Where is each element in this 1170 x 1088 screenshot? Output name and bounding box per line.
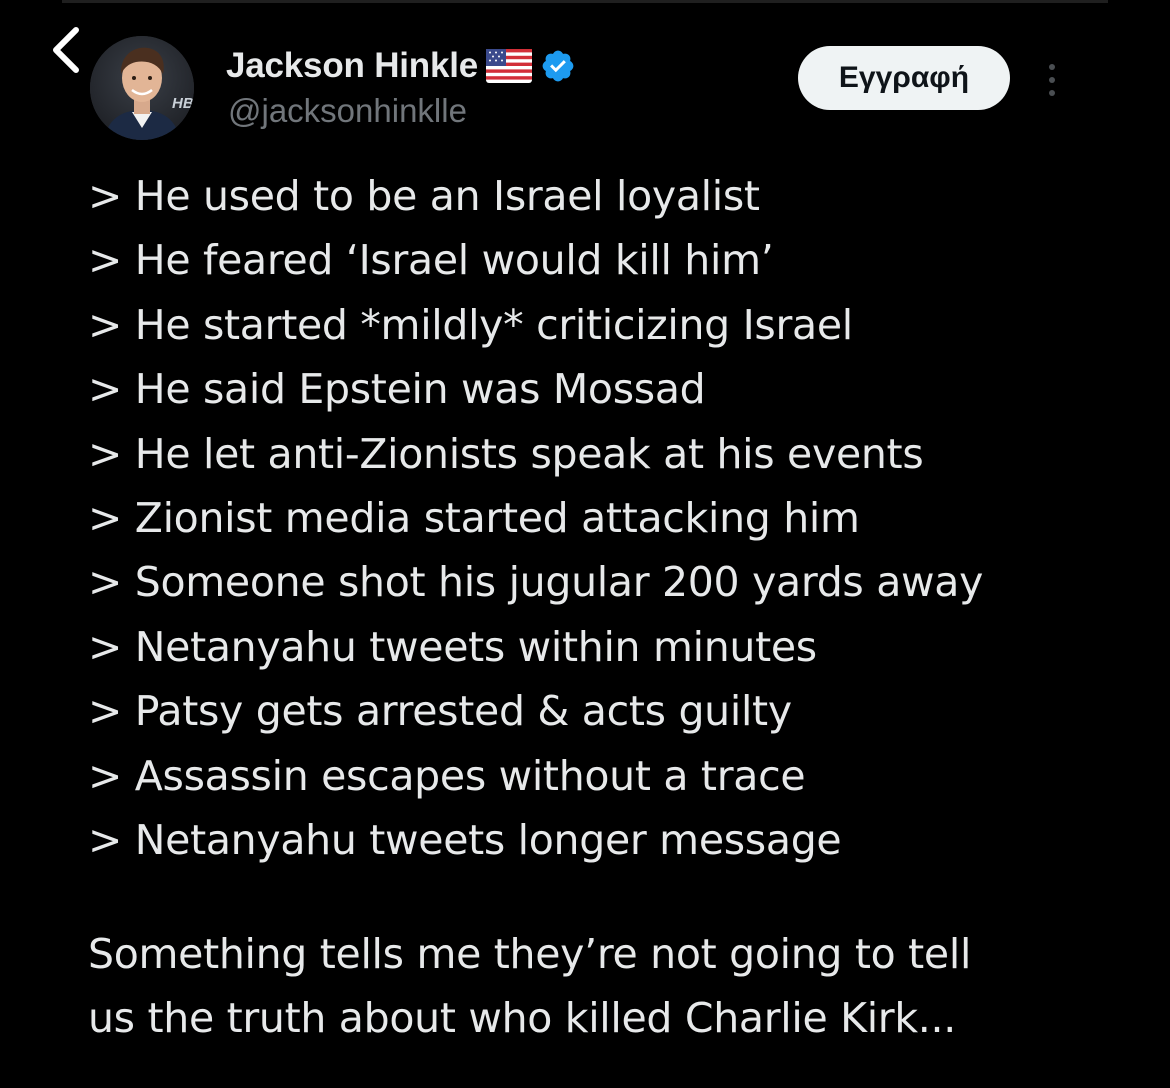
tweet-line: > Someone shot his jugular 200 yards awa… — [88, 558, 984, 607]
name-row: Jackson Hinkle — [226, 44, 576, 88]
more-dot — [1049, 90, 1055, 96]
avatar[interactable]: HB — [90, 36, 194, 140]
more-vertical-icon[interactable] — [1034, 58, 1070, 102]
avatar-badge-text: HB — [172, 95, 194, 112]
top-divider — [62, 0, 1108, 3]
tweet-line: > He said Epstein was Mossad — [88, 365, 706, 414]
tweet-line: > He used to be an Israel loyalist — [88, 172, 760, 220]
tweet-closing-line: Something tells me they’re not going to … — [88, 930, 972, 979]
tweet-line: > He started *mildly* criticizing Israel — [88, 300, 853, 349]
tweet-line: > Zionist media started attacking him — [88, 493, 860, 542]
tweet-line: > He feared ‘Israel would kill him’ — [88, 236, 774, 285]
verified-badge-icon — [540, 48, 576, 84]
tweet-text: > He used to be an Israel loyalist > He … — [88, 164, 1128, 1050]
more-dot — [1049, 77, 1055, 83]
tweet-line: > Patsy gets arrested & acts guilty — [88, 687, 792, 736]
chevron-left-icon — [44, 22, 92, 78]
tweet-line: > Assassin escapes without a trace — [88, 751, 806, 800]
tweet-closing-paragraph: Something tells me they’re not going to … — [88, 922, 1128, 1050]
display-name[interactable]: Jackson Hinkle — [226, 46, 478, 86]
back-button[interactable] — [44, 22, 92, 78]
subscribe-button[interactable]: Εγγραφή — [798, 46, 1010, 110]
tweet-line: > Netanyahu tweets within minutes — [88, 622, 817, 671]
tweet-closing-line: us the truth about who killed Charlie Ki… — [88, 994, 956, 1043]
us-flag-icon — [486, 49, 533, 83]
tweet-line: > Netanyahu tweets longer message — [88, 815, 842, 864]
more-dot — [1049, 64, 1055, 70]
tweet-line: > He let anti-Zionists speak at his even… — [88, 429, 924, 478]
handle[interactable]: @jacksonhinklle — [228, 92, 467, 130]
